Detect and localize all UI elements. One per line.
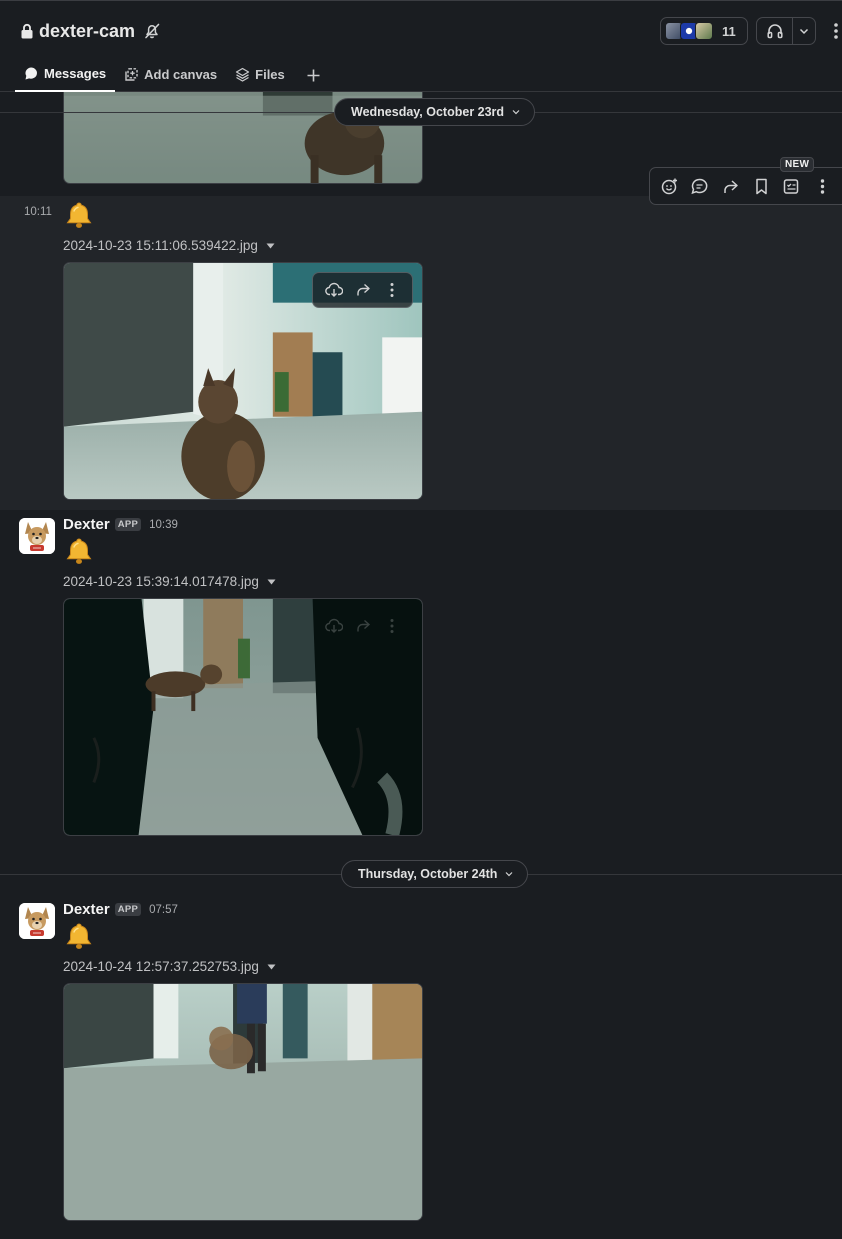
file-name-text: 2024-10-23 15:11:06.539422.jpg: [63, 238, 258, 253]
app-badge: APP: [114, 903, 142, 916]
chat-bubble-icon: [25, 67, 37, 80]
sender-name[interactable]: Dexter: [63, 901, 110, 918]
message-sender: Dexter APP 10:39: [63, 516, 178, 533]
channel-tabs: Messages Add canvas Files: [15, 57, 333, 93]
message-actions-toolbar: [649, 167, 842, 205]
dog-avatar-icon: [19, 518, 55, 554]
huddle-button[interactable]: [757, 18, 793, 44]
message-timestamp[interactable]: 10:11: [24, 206, 52, 218]
channel-title[interactable]: dexter-cam: [20, 17, 161, 45]
file-name[interactable]: 2024-10-24 12:57:37.252753.jpg: [63, 959, 276, 974]
dog-avatar-icon: [19, 903, 55, 939]
bell-emoji-icon: [66, 202, 92, 228]
tab-label: Messages: [44, 66, 107, 81]
bookmark-icon[interactable]: [752, 177, 771, 196]
more-actions-icon[interactable]: [813, 177, 832, 196]
file-name-text: 2024-10-23 15:39:14.017478.jpg: [63, 574, 259, 589]
message-image[interactable]: [63, 983, 423, 1221]
headphones-icon: [766, 24, 783, 39]
sender-avatar[interactable]: [19, 903, 55, 939]
download-icon[interactable]: [324, 617, 343, 635]
forward-icon[interactable]: [721, 177, 740, 196]
caret-down-icon[interactable]: [266, 243, 275, 249]
file-name[interactable]: 2024-10-23 15:39:14.017478.jpg: [63, 574, 276, 589]
caret-down-icon[interactable]: [267, 964, 276, 970]
message-feed[interactable]: Wednesday, October 23rd NEW 10:11 2024-1…: [0, 92, 842, 1239]
add-to-list-icon[interactable]: [782, 177, 801, 196]
notifications-muted-icon[interactable]: [143, 22, 161, 40]
huddle-button-group: [756, 17, 816, 45]
tab-files[interactable]: Files: [226, 57, 294, 92]
sender-name[interactable]: Dexter: [63, 516, 110, 533]
add-reaction-icon[interactable]: [660, 177, 679, 196]
date-label: Thursday, October 24th: [358, 867, 498, 881]
more-options-icon[interactable]: [830, 21, 840, 41]
image-actions-toolbar: [312, 608, 413, 644]
image-actions-toolbar: [312, 272, 413, 308]
tab-label: Add canvas: [144, 67, 218, 82]
tab-messages[interactable]: Messages: [15, 57, 116, 92]
caret-down-icon[interactable]: [267, 579, 276, 585]
plus-icon: [307, 69, 320, 81]
chevron-down-icon: [505, 872, 513, 877]
chevron-down-icon: [512, 110, 520, 115]
chevron-down-icon: [799, 28, 809, 35]
bell-emoji-icon: [66, 538, 92, 564]
file-name[interactable]: 2024-10-23 15:11:06.539422.jpg: [63, 238, 275, 253]
layers-icon: [235, 67, 250, 82]
reply-thread-icon[interactable]: [690, 177, 709, 196]
sender-avatar[interactable]: [19, 518, 55, 554]
lock-icon: [21, 23, 33, 39]
share-image-icon[interactable]: [354, 281, 372, 299]
image-more-icon[interactable]: [383, 281, 401, 299]
file-name-text: 2024-10-24 12:57:37.252753.jpg: [63, 959, 259, 974]
download-icon[interactable]: [324, 281, 343, 299]
image-more-icon[interactable]: [383, 617, 401, 635]
member-list-button[interactable]: 11: [660, 17, 748, 45]
member-avatar: [695, 22, 713, 40]
date-jump-button[interactable]: Wednesday, October 23rd: [334, 98, 536, 126]
channel-name: dexter-cam: [39, 20, 136, 41]
huddle-options-button[interactable]: [793, 26, 815, 36]
canvas-icon: [125, 68, 138, 81]
date-jump-button[interactable]: Thursday, October 24th: [341, 860, 529, 888]
new-badge: NEW: [780, 157, 815, 172]
add-tab-button[interactable]: [294, 57, 333, 93]
bell-emoji-icon: [66, 923, 92, 949]
message-timestamp[interactable]: 07:57: [149, 904, 178, 916]
app-badge: APP: [114, 518, 142, 531]
share-image-icon[interactable]: [354, 617, 372, 635]
date-label: Wednesday, October 23rd: [351, 105, 505, 119]
message-timestamp[interactable]: 10:39: [149, 519, 178, 531]
member-count: 11: [722, 23, 736, 39]
tab-add-canvas[interactable]: Add canvas: [115, 57, 226, 92]
channel-header: dexter-cam 11 Messages Add canvas Files: [0, 0, 842, 92]
message-sender: Dexter APP 07:57: [63, 901, 178, 918]
tab-label: Files: [255, 67, 285, 82]
